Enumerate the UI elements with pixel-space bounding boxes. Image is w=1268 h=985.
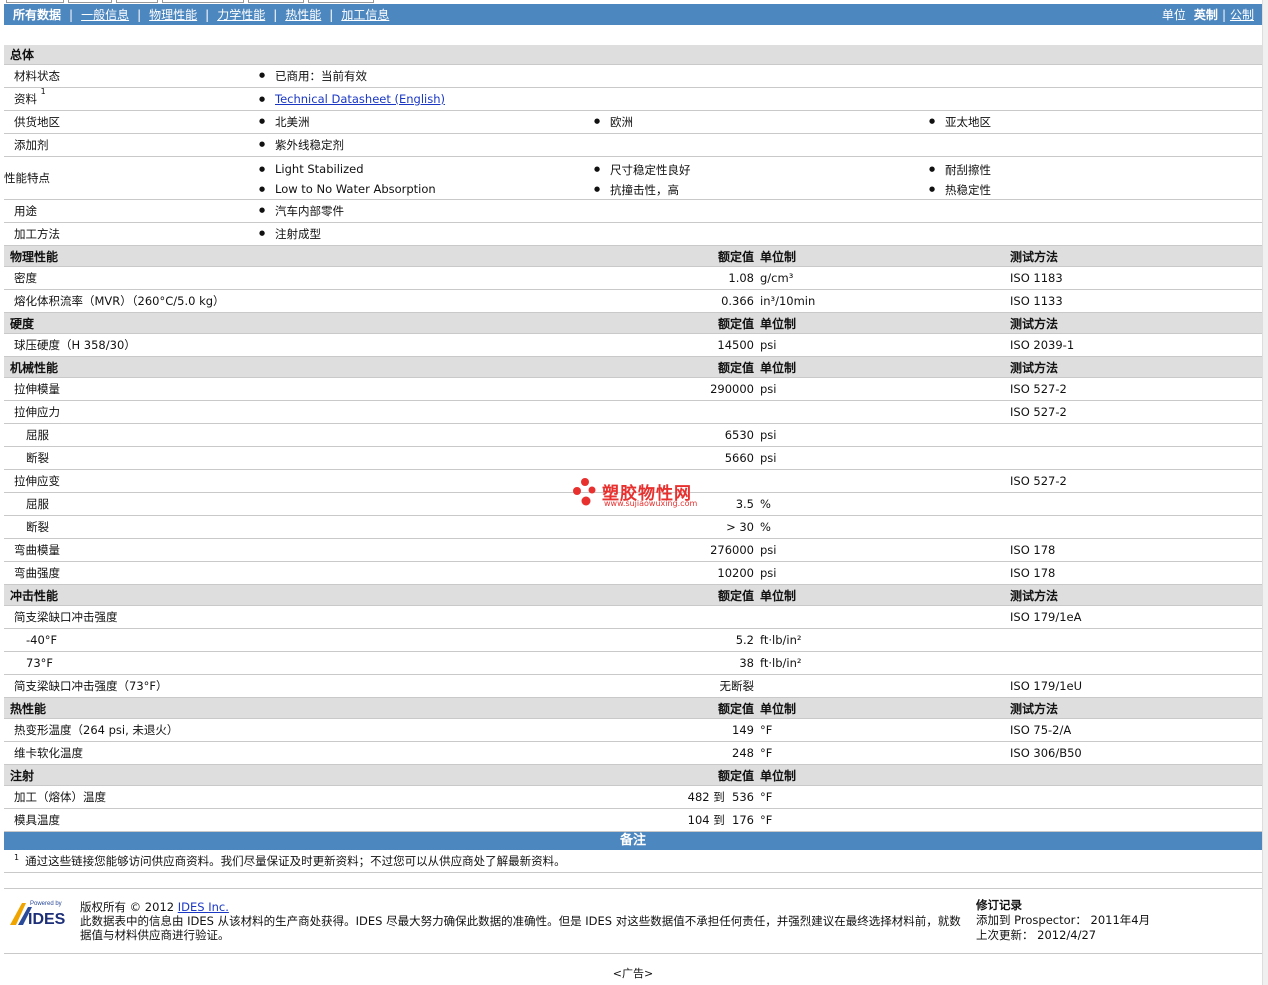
row-additive: 添加剂 紫外线稳定剂: [4, 134, 1262, 157]
svg-text:Powered by: Powered by: [30, 901, 62, 907]
section-hardness: 硬度 额定值 单位制 测试方法: [4, 313, 1262, 334]
unit-metric-link[interactable]: 公制: [1230, 6, 1254, 23]
section-impact: 冲击性能 额定值 单位制 测试方法: [4, 585, 1262, 606]
datasheet-link[interactable]: Technical Datasheet (English): [275, 92, 445, 106]
table-row: 73°F 38 ft·lb/in²: [4, 652, 1262, 675]
nav-tabs: 所有数据 | 一般信息 | 物理性能 | 力学性能 | 热性能 | 加工信息: [13, 6, 390, 23]
tab-strip-top: [4, 0, 1262, 4]
tab-thermal[interactable]: 热性能: [285, 6, 321, 23]
table-row: 拉伸模量 290000 psi ISO 527-2: [4, 378, 1262, 401]
copyright-block: 版权所有 © 2012 IDES Inc. 此数据表中的信息由 IDES 从该材…: [80, 900, 970, 942]
table-row: 弯曲模量 276000 psi ISO 178: [4, 539, 1262, 562]
table-row: 简支梁缺口冲击强度 ISO 179/1eA: [4, 606, 1262, 629]
svg-text:IDES: IDES: [28, 911, 66, 927]
disclaimer: 此数据表中的信息由 IDES 从该材料的生产商处获得。IDES 尽最大努力确保此…: [80, 914, 961, 942]
table-row: 密度 1.08 g/cm³ ISO 1183: [4, 267, 1262, 290]
ides-logo: Powered by IDES: [8, 899, 74, 928]
table-row: -40°F 5.2 ft·lb/in²: [4, 629, 1262, 652]
table-row: 断裂 > 30 %: [4, 516, 1262, 539]
tab-general-info[interactable]: 一般信息: [81, 6, 129, 23]
revision-history: 修订记录 添加到 Prospector： 2011年4月 上次更新： 2012/…: [976, 898, 1151, 942]
section-title: 总体: [10, 48, 35, 62]
table-row: 断裂 5660 psi: [4, 447, 1262, 470]
table-row: 维卡软化温度 248 °F ISO 306/B50: [4, 742, 1262, 765]
table-row: 熔化体积流率（MVR）（260°C/5.0 kg） 0.366 in³/10mi…: [4, 290, 1262, 313]
table-row: 热变形温度（264 psi, 未退火） 149 °F ISO 75-2/A: [4, 719, 1262, 742]
tab-processing[interactable]: 加工信息: [341, 6, 389, 23]
table-row: 弯曲强度 10200 psi ISO 178: [4, 562, 1262, 585]
tab-mechanical[interactable]: 力学性能: [217, 6, 265, 23]
nav-bar: 所有数据 | 一般信息 | 物理性能 | 力学性能 | 热性能 | 加工信息 单…: [4, 4, 1262, 25]
table-row: 简支梁缺口冲击强度（73°F） 无断裂 ISO 179/1eU: [4, 675, 1262, 698]
footer: Powered by IDES 版权所有 © 2012 IDES Inc. 此数…: [4, 888, 1262, 954]
section-injection: 注射 额定值 单位制: [4, 765, 1262, 786]
section-physical: 物理性能 额定值 单位制 测试方法: [4, 246, 1262, 267]
tab-physical[interactable]: 物理性能: [149, 6, 197, 23]
row-process-method: 加工方法 注射成型: [4, 223, 1262, 246]
table-row: 加工（熔体）温度 482 到 536 °F: [4, 786, 1262, 809]
datasheet-page: 所有数据 | 一般信息 | 物理性能 | 力学性能 | 热性能 | 加工信息 单…: [4, 0, 1262, 985]
note-text: 通过这些链接您能够访问供应商资料。我们尽量保证及时更新资料；不过您可以从供应商处…: [25, 854, 566, 868]
unit-imperial: 英制: [1193, 8, 1218, 22]
row-features: 性能特点 Light Stabilized 尺寸稳定性良好 耐刮擦性 Low t…: [4, 157, 1262, 200]
units-label: 单位: [1161, 8, 1186, 22]
table-row: 模具温度 104 到 176 °F: [4, 809, 1262, 832]
ad-placeholder: <广告>: [612, 967, 654, 980]
unit-switch: 单位 英制 | 公制: [1161, 6, 1254, 23]
section-mechanical: 机械性能 额定值 单位制 测试方法: [4, 357, 1262, 378]
row-regions: 供货地区 北美洲 欧洲 亚太地区: [4, 111, 1262, 134]
row-source: 资料 1 Technical Datasheet (English): [4, 87, 1262, 111]
notes-header: 备注: [4, 832, 1262, 850]
ides-logo-icon: Powered by IDES: [10, 901, 66, 928]
scrollbar[interactable]: [1262, 0, 1268, 985]
row-use: 用途 汽车内部零件: [4, 200, 1262, 223]
section-general: 总体: [4, 45, 1262, 65]
watermark-dots-icon: [573, 478, 596, 506]
row-material-status: 材料状态 已商用：当前有效: [4, 65, 1262, 88]
table-row: 球压硬度（H 358/30） 14500 psi ISO 2039-1: [4, 334, 1262, 357]
section-thermal: 热性能 额定值 单位制 测试方法: [4, 698, 1262, 719]
watermark-logo: 塑胶物性网 www.sujiaowuxing.com: [572, 477, 712, 513]
ides-company-link[interactable]: IDES Inc.: [178, 900, 229, 914]
table-row: 拉伸应力 ISO 527-2: [4, 401, 1262, 424]
note-row: 1 通过这些链接您能够访问供应商资料。我们尽量保证及时更新资料；不过您可以从供应…: [4, 850, 1262, 873]
tab-all-data[interactable]: 所有数据: [13, 6, 61, 23]
table-row: 屈服 6530 psi: [4, 424, 1262, 447]
